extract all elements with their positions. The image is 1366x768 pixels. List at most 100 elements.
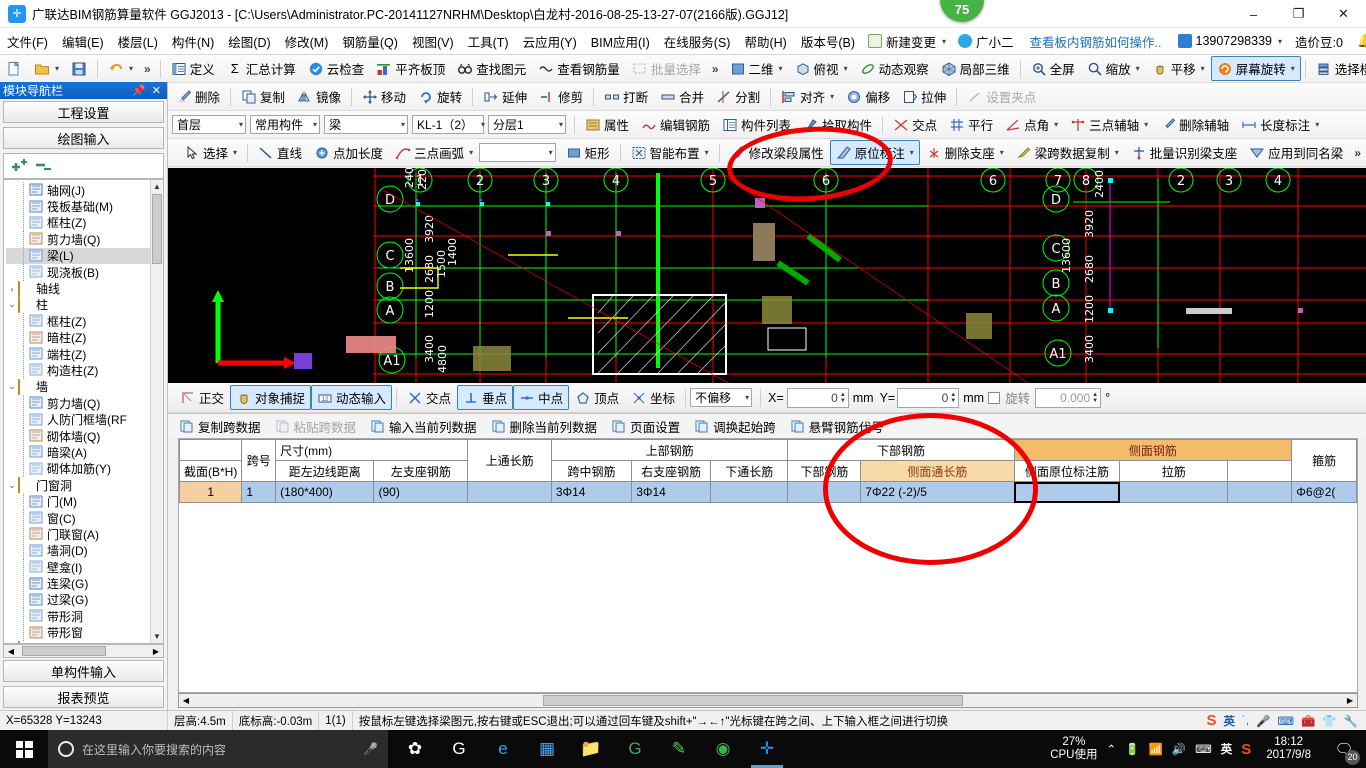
rotate-button[interactable]: 旋转 <box>412 84 468 109</box>
tree-scroll-thumb[interactable] <box>152 194 162 264</box>
cell-span-no[interactable]: 1 <box>241 481 277 503</box>
paste-span-action[interactable]: 粘贴跨数据 <box>270 414 363 439</box>
swap-start-span-action[interactable]: 调换起始跨 <box>689 414 782 439</box>
set-grip-button[interactable]: 设置夹点 <box>961 84 1042 109</box>
report-preview-button[interactable]: 报表预览 <box>3 686 164 708</box>
menu-draw[interactable]: 绘图(D) <box>221 28 277 55</box>
tree-item[interactable]: 梁(L) <box>6 247 150 265</box>
cpu-usage-indicator[interactable]: 27% CPU使用 <box>1050 736 1097 762</box>
in-situ-label-button[interactable]: 原位标注 ▾ <box>829 140 920 165</box>
three-point-arc-button[interactable]: 三点画弧 ▾ <box>389 140 479 165</box>
cell-tie-rebar[interactable] <box>1227 481 1293 503</box>
edit-beam-property-button[interactable]: 修改梁段属性 <box>724 140 830 165</box>
twod-chevron-down-icon[interactable]: ▾ <box>779 64 783 73</box>
project-settings-button[interactable]: 工程设置 <box>3 101 164 123</box>
table-group-header[interactable]: 上通长筋 <box>467 439 552 482</box>
sogou-icon[interactable]: S <box>1207 712 1217 729</box>
tree-item[interactable]: 筏板基础(M) <box>6 198 150 216</box>
table-column-header[interactable]: 距左边线距离 <box>275 460 375 482</box>
menu-file[interactable]: 文件(F) <box>0 28 55 55</box>
table-column-header[interactable]: 侧面通长筋 <box>860 460 1015 482</box>
table-group-header[interactable]: 上部钢筋 <box>550 439 789 461</box>
tree-item[interactable]: ⌄ 柱 <box>6 296 150 313</box>
cell-bottom-through[interactable] <box>787 481 862 503</box>
scroll-down-icon[interactable]: ▼ <box>151 630 163 643</box>
tree-item[interactable]: 剪力墙(Q) <box>6 230 150 248</box>
open-folder-icon[interactable]: ▾ <box>28 58 65 80</box>
tree-item[interactable]: 端柱(Z) <box>6 345 150 363</box>
align-slab-top-button[interactable]: 平齐板顶 <box>370 56 451 81</box>
table-column-header[interactable]: 截面(B*H) <box>179 460 243 482</box>
keyboard-icon-tray[interactable]: ⌨ <box>1195 742 1212 756</box>
table-column-header[interactable]: 右支座钢筋 <box>631 460 712 482</box>
tree-item[interactable]: 墙洞(D) <box>6 542 150 560</box>
table-group-header[interactable]: 尺寸(mm) <box>275 439 469 461</box>
chevron-down-icon[interactable]: ▾ <box>942 37 946 46</box>
tree-expander-icon[interactable]: ⌄ <box>6 299 18 310</box>
tree-item[interactable]: 现浇板(B) <box>6 263 150 281</box>
windows-start-icon[interactable] <box>0 730 48 768</box>
volume-icon[interactable]: 🔊 <box>1172 742 1186 756</box>
break-button[interactable]: 打断 <box>598 84 654 109</box>
tree-item[interactable]: 轴网(J) <box>6 181 150 199</box>
layer-combo[interactable]: 分层1 ▾ <box>488 115 566 134</box>
table-group-header[interactable]: 跨号 <box>241 439 277 482</box>
save-icon[interactable] <box>65 58 93 80</box>
battery-icon[interactable]: 🔋 <box>1125 742 1139 756</box>
y-spinner[interactable]: ▲ ▼ <box>950 392 956 404</box>
cell-top-through[interactable] <box>467 481 552 503</box>
snap-perpendicular-toggle[interactable]: 垂点 <box>457 385 514 410</box>
menu-view[interactable]: 视图(V) <box>405 28 461 55</box>
rotate-checkbox[interactable] <box>988 391 1001 404</box>
pin-icon[interactable]: 📌 <box>129 84 149 97</box>
snap-midpoint-toggle[interactable]: 中点 <box>513 385 570 410</box>
screen-rotate-button[interactable]: 屏幕旋转 ▾ <box>1210 56 1301 81</box>
rotate-chevron-down-icon[interactable]: ▾ <box>1291 64 1295 73</box>
line-tool-button[interactable]: 直线 <box>252 140 308 165</box>
account-area[interactable]: 13907298339 ▾ <box>1172 34 1289 48</box>
settings-icon[interactable]: 🔧 <box>1344 714 1358 728</box>
properties-button[interactable]: 属性 <box>579 112 635 137</box>
score-badge[interactable]: 75 <box>940 0 984 22</box>
copy-button[interactable]: 复制 <box>235 84 291 109</box>
cantilever-rebar-action[interactable]: 悬臂钢筋代号 <box>785 414 890 439</box>
stretch-button[interactable]: 拉伸 <box>896 84 952 109</box>
edge-icon[interactable]: e <box>482 730 524 768</box>
keyboard-icon[interactable]: ⌨ <box>1277 714 1294 728</box>
point-angle-chevron-down-icon[interactable]: ▾ <box>1054 120 1058 129</box>
tree-item[interactable]: 门联窗(A) <box>6 525 150 543</box>
explorer-icon[interactable]: 📁 <box>570 730 612 768</box>
tree-item[interactable]: 连梁(G) <box>6 575 150 593</box>
cell-bottom-rebar[interactable]: 7Φ22 (-2)/5 <box>860 481 1015 503</box>
find-element-button[interactable]: 查找图元 <box>451 56 532 81</box>
component-type-combo[interactable]: 梁 ▾ <box>324 115 408 134</box>
taskview-icon[interactable]: ✿ <box>394 730 436 768</box>
menu-tools[interactable]: 工具(T) <box>461 28 516 55</box>
scroll-up-icon[interactable]: ▲ <box>151 180 163 193</box>
toolbox-icon[interactable]: 🧰 <box>1301 714 1315 728</box>
intersection-button[interactable]: 交点 <box>887 112 943 137</box>
layer-chevron-down-icon[interactable]: ▾ <box>559 120 563 129</box>
floor-chevron-down-icon[interactable]: ▾ <box>239 120 243 129</box>
offset-button[interactable]: 偏移 <box>840 84 896 109</box>
maximize-button[interactable]: ❐ <box>1276 0 1321 28</box>
offset-mode-combo[interactable]: 不偏移 ▾ <box>690 388 753 407</box>
grid-hscroll-track[interactable] <box>193 694 1343 707</box>
taskbar-clock[interactable]: 18:12 2017/9/8 <box>1260 736 1317 762</box>
help-link[interactable]: 查看板内钢筋如何操作.. <box>1020 32 1172 51</box>
summary-calc-button[interactable]: Σ 汇总计算 <box>221 56 302 81</box>
ggj-icon[interactable]: ✛ <box>746 730 788 768</box>
cell-left-support[interactable]: 3Φ14 <box>550 481 633 503</box>
cell-side-through[interactable] <box>1013 481 1121 503</box>
local-3d-button[interactable]: 局部三维 <box>935 56 1016 81</box>
dynamic-observe-button[interactable]: 动态观察 <box>854 56 935 81</box>
select-tool-button[interactable]: 选择 ▾ <box>178 140 243 165</box>
x-input[interactable]: 0 ▲ ▼ <box>786 387 849 408</box>
cell-dist-left[interactable]: (90) <box>373 481 469 503</box>
three-point-axis-button[interactable]: 三点辅轴 ▾ <box>1064 112 1154 137</box>
grid-horizontal-scrollbar[interactable]: ◀ ▶ <box>178 693 1358 708</box>
punctuation-icon[interactable]: ˙, <box>1242 715 1249 727</box>
arc-chevron-down-icon[interactable]: ▾ <box>469 148 473 157</box>
pick-component-button[interactable]: 拾取构件 <box>797 112 878 137</box>
tree-item[interactable]: 砌体墙(Q) <box>6 427 150 445</box>
